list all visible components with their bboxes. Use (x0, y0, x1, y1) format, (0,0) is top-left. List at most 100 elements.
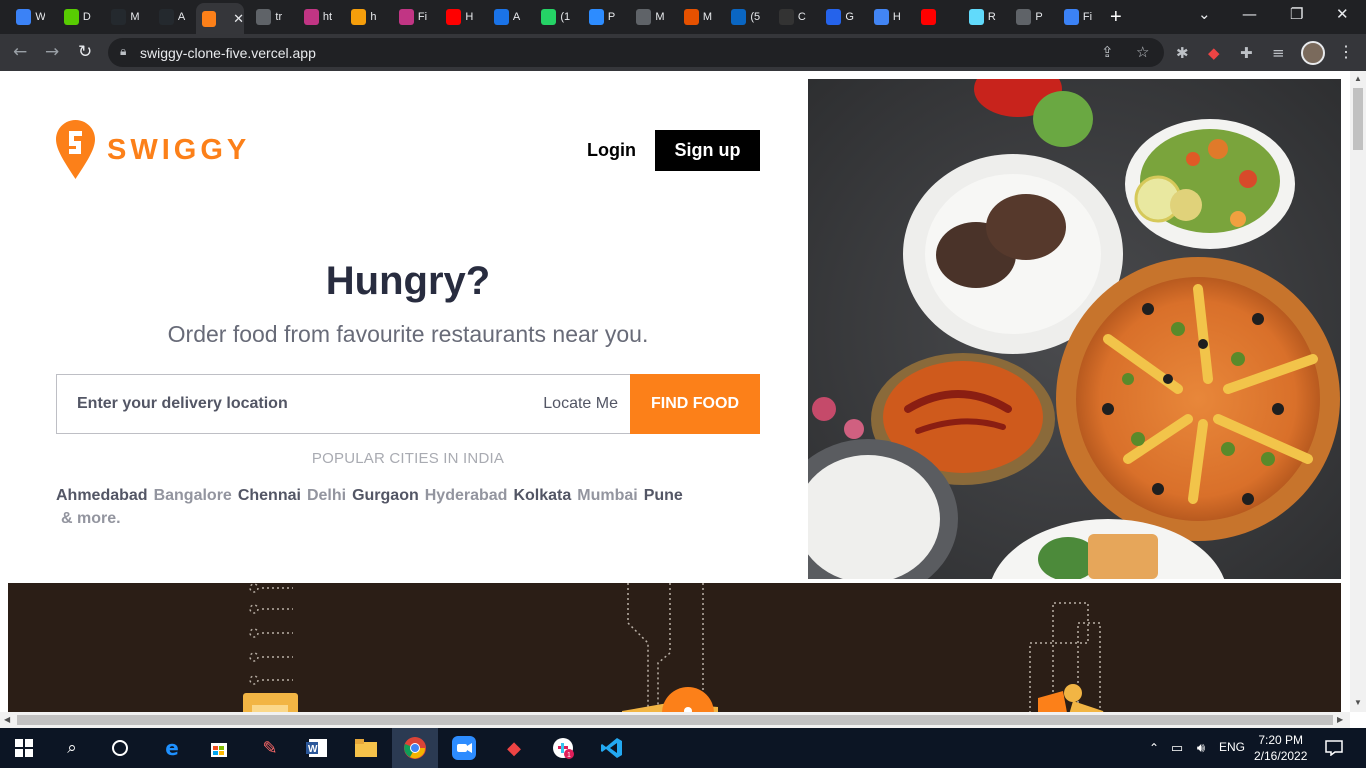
city-link[interactable]: Gurgaon (352, 487, 419, 504)
profile-avatar[interactable] (1301, 41, 1325, 65)
volume-icon[interactable]: 🔊︎ (1189, 736, 1213, 760)
url-text[interactable]: swiggy-clone-five.vercel.app (140, 45, 316, 61)
bookmark-star-icon[interactable]: ☆ (1136, 43, 1149, 61)
delivery-location-input[interactable]: Enter your delivery location Locate Me (56, 374, 630, 434)
puzzle-icon[interactable]: ✚ (1240, 44, 1253, 62)
close-tab-icon[interactable]: ✕ (233, 11, 244, 27)
horizontal-scroll-thumb[interactable] (17, 715, 1333, 725)
vertical-scroll-thumb[interactable] (1353, 88, 1363, 150)
tab-title: G (845, 11, 854, 23)
menu-icon[interactable]: ⋮ (1338, 42, 1354, 62)
browser-tab[interactable]: A (488, 4, 523, 30)
tab-title: M (655, 11, 665, 23)
browser-tab[interactable]: ✕ (196, 3, 244, 34)
browser-tab[interactable]: tr (250, 4, 285, 30)
browser-tab[interactable]: Fi (1058, 4, 1093, 30)
page-viewport: SWIGGY Login Sign up Hungry? Order food … (0, 71, 1350, 712)
reload-icon[interactable]: ↻ (78, 42, 92, 62)
file-explorer-icon[interactable] (354, 736, 378, 760)
taskbar-clock[interactable]: 7:20 PM 2/16/2022 (1254, 732, 1307, 764)
logo-text: SWIGGY (107, 133, 251, 166)
city-link[interactable]: Mumbai (577, 487, 637, 504)
browser-tab[interactable]: D (58, 4, 93, 30)
browser-tab[interactable]: M (630, 4, 665, 30)
zoom-icon[interactable] (452, 736, 476, 760)
spark-icon (16, 9, 32, 25)
browser-tab[interactable] (915, 4, 950, 30)
browser-tab[interactable]: (1 (535, 4, 570, 30)
battery-icon[interactable]: ▭ (1165, 736, 1189, 760)
find-food-button[interactable]: FIND FOOD (630, 374, 760, 434)
signup-button[interactable]: Sign up (655, 130, 760, 171)
chrome-taskbar-icon[interactable] (392, 728, 438, 768)
whatsapp-icon (541, 9, 557, 25)
address-bar[interactable]: 🔒︎ swiggy-clone-five.vercel.app ⇪ ☆ (108, 38, 1164, 67)
city-link[interactable]: Ahmedabad (56, 487, 148, 504)
tab-search-icon[interactable]: ⌄ (1198, 5, 1211, 23)
horizontal-scrollbar[interactable]: ◀ ▶ (0, 712, 1350, 728)
browser-tab[interactable]: P (583, 4, 618, 30)
browser-tab[interactable]: ht (298, 4, 333, 30)
extension-icon[interactable]: ✱ (1176, 44, 1189, 62)
search-icon[interactable]: ⌕ (60, 736, 84, 760)
scroll-down-icon[interactable]: ▼ (1354, 698, 1362, 707)
more-cities-link[interactable]: & more. (61, 510, 121, 527)
back-icon[interactable]: ← (13, 42, 27, 62)
notification-icon[interactable] (1322, 736, 1346, 760)
language-indicator[interactable]: ENG (1219, 740, 1245, 754)
store-icon[interactable] (207, 736, 231, 760)
vscode-icon[interactable] (600, 736, 624, 760)
browser-tab-strip: W D M A ✕ tr ht h Fi H A (1 P M M (5 C G H R P Fi + ⌄ — ❐ ✕ (0, 0, 1366, 34)
city-link[interactable]: Pune (644, 487, 683, 504)
scroll-left-icon[interactable]: ◀ (4, 715, 10, 724)
close-window-icon[interactable]: ✕ (1336, 5, 1349, 23)
city-link[interactable]: Chennai (238, 487, 301, 504)
show-hidden-icons[interactable]: ⌃ (1142, 736, 1166, 760)
svg-text:W: W (308, 744, 318, 755)
browser-tab[interactable]: A (153, 4, 188, 30)
slack-icon[interactable]: 1 (551, 736, 575, 760)
minimize-icon[interactable]: — (1242, 5, 1257, 23)
restore-icon[interactable]: ❐ (1290, 5, 1303, 23)
browser-tab[interactable]: P (1010, 4, 1045, 30)
forward-icon[interactable]: → (45, 42, 59, 62)
browser-tab[interactable]: M (678, 4, 713, 30)
browser-tab[interactable]: W (10, 4, 45, 30)
tab-title: H (465, 11, 474, 23)
city-link[interactable]: Bangalore (154, 487, 232, 504)
browser-tab[interactable]: Fi (393, 4, 428, 30)
browser-tab[interactable]: h (345, 4, 380, 30)
browser-tab[interactable]: C (773, 4, 808, 30)
browser-tab[interactable]: (5 (725, 4, 760, 30)
vertical-scrollbar[interactable]: ▲ ▼ (1350, 71, 1366, 712)
locate-me-button[interactable]: Locate Me (543, 395, 618, 413)
scroll-up-icon[interactable]: ▲ (1354, 74, 1362, 83)
edge-icon[interactable]: e (160, 736, 184, 760)
instagram-icon (303, 9, 319, 25)
scroll-right-icon[interactable]: ▶ (1337, 715, 1343, 724)
city-link[interactable]: Kolkata (513, 487, 571, 504)
city-link[interactable]: Delhi (307, 487, 346, 504)
media-control-icon[interactable]: ≡ (1272, 44, 1285, 62)
browser-tab[interactable]: M (105, 4, 140, 30)
browser-tab[interactable]: H (868, 4, 903, 30)
tab-title: (5 (750, 11, 760, 23)
swiggy-logo[interactable]: SWIGGY (56, 120, 250, 180)
dark-feature-band (8, 583, 1341, 712)
tab-title: M (130, 11, 140, 23)
paint-icon[interactable]: ✎ (258, 736, 282, 760)
share-icon[interactable]: ⇪ (1101, 43, 1114, 61)
word-icon[interactable]: W (305, 736, 329, 760)
new-tab-button[interactable]: + (1110, 6, 1122, 29)
browser-tab[interactable]: G (820, 4, 855, 30)
city-link[interactable]: Hyderabad (425, 487, 508, 504)
browser-tab[interactable]: H (440, 4, 475, 30)
login-link[interactable]: Login (587, 140, 636, 161)
tab-title: H (892, 11, 901, 23)
browser-tab[interactable]: R (963, 4, 998, 30)
color-extension-icon[interactable]: ◆ (1208, 44, 1220, 62)
windows-start-icon[interactable] (12, 736, 36, 760)
minus-icon (493, 9, 509, 25)
cortana-icon[interactable] (108, 736, 132, 760)
git-icon[interactable]: ◆ (502, 736, 526, 760)
